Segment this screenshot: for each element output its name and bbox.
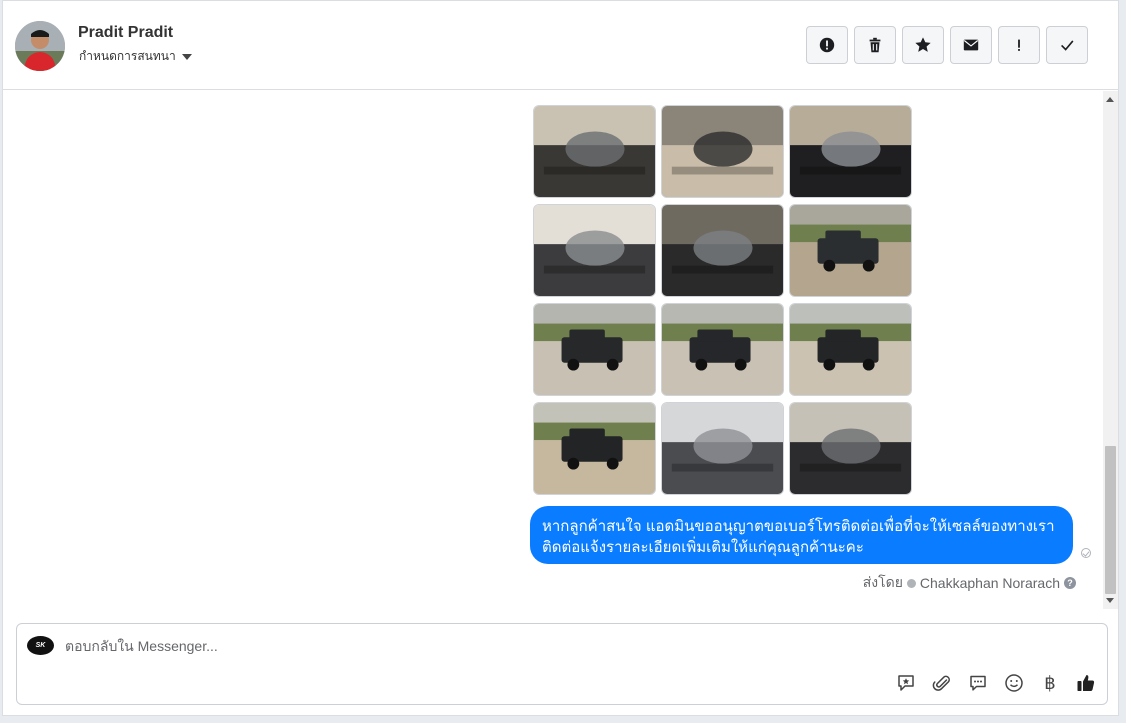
delete-button[interactable] [854, 26, 896, 64]
gallery-photo[interactable] [533, 402, 656, 495]
photo-gallery [533, 105, 915, 495]
sender-name[interactable]: Chakkaphan Norarach [920, 575, 1060, 591]
photo-instrument-cluster [790, 106, 911, 197]
caret-down-icon [181, 53, 192, 60]
like-button[interactable] [1075, 672, 1097, 694]
gallery-photo[interactable] [789, 105, 912, 198]
message-line-1: หากลูกค้าสนใจ แอดมินขออนุญาตขอเบอร์โทรติ… [542, 518, 1055, 535]
gallery-photo[interactable] [533, 303, 656, 396]
star-button[interactable] [902, 26, 944, 64]
mark-unread-button[interactable] [950, 26, 992, 64]
trash-icon [869, 37, 881, 53]
photo-truck-side [790, 304, 911, 395]
gallery-photo[interactable] [533, 204, 656, 297]
baht-icon: ฿ [1044, 672, 1056, 694]
user-name[interactable]: Pradit Pradit [78, 24, 173, 42]
photo-engine-bay [662, 205, 783, 296]
gallery-photo[interactable] [661, 402, 784, 495]
photo-door-panel [534, 205, 655, 296]
reply-composer: SK ฿ [16, 623, 1108, 705]
photo-interior-seats [662, 403, 783, 494]
assign-label: กำหนดการสนทนา [79, 49, 176, 63]
scroll-thumb[interactable] [1105, 446, 1116, 594]
assign-conversation-dropdown[interactable]: กำหนดการสนทนา [79, 47, 192, 66]
check-icon [1061, 40, 1074, 51]
like-icon [1077, 675, 1095, 691]
photo-truck-front-angle [534, 403, 655, 494]
mark-done-button[interactable] [1046, 26, 1088, 64]
photo-interior-rear-view [790, 403, 911, 494]
page-logo-text: SK [35, 642, 46, 649]
photo-truck-rear-side [662, 304, 783, 395]
gallery-photo[interactable] [789, 204, 912, 297]
photo-gear-shifter [662, 106, 783, 197]
spam-icon [819, 37, 835, 53]
attach-button[interactable] [931, 672, 953, 694]
thread-scrollbar[interactable] [1103, 91, 1118, 609]
composer-tools: ฿ [895, 672, 1097, 694]
header-actions [806, 26, 1088, 64]
reply-input[interactable] [65, 634, 765, 658]
gallery-photo[interactable] [661, 204, 784, 297]
saved-reply-icon [898, 675, 914, 691]
message-bubble[interactable]: หากลูกค้าสนใจ แอดมินขออนุญาตขอเบอร์โทรติ… [530, 506, 1073, 564]
gallery-photo[interactable] [789, 402, 912, 495]
gallery-photo[interactable] [661, 303, 784, 396]
exclamation-icon [1018, 39, 1020, 51]
scroll-up-arrow-icon[interactable] [1106, 97, 1114, 102]
avatar[interactable] [15, 21, 65, 71]
payment-button[interactable]: ฿ [1039, 672, 1061, 694]
envelope-icon [963, 39, 979, 51]
gallery-photo[interactable] [533, 105, 656, 198]
message-line-2: ติดต่อแจ้งรายละเอียดเพิ่มเติมให้แก่คุณลู… [542, 539, 864, 556]
star-icon [915, 37, 931, 52]
sent-by-prefix: ส่งโดย [862, 574, 903, 590]
attachment-icon [932, 675, 950, 691]
gallery-photo[interactable] [661, 105, 784, 198]
verified-icon [906, 578, 916, 588]
conversation-panel: Pradit Pradit กำหนดการสนทนา หากลูกค้าสนใ… [2, 0, 1119, 716]
help-icon[interactable]: ? [1064, 577, 1076, 589]
scroll-down-arrow-icon[interactable] [1106, 598, 1114, 603]
sent-by-line: ส่งโดย Chakkaphan Norarach ? [863, 572, 1076, 594]
message-thread[interactable]: หากลูกค้าสนใจ แอดมินขออนุญาตขอเบอร์โทรติ… [3, 91, 1104, 609]
saved-reply-button[interactable] [895, 672, 917, 694]
photo-truck-front [790, 205, 911, 296]
emoji-button[interactable] [1003, 672, 1025, 694]
emoji-icon [1005, 674, 1023, 692]
photo-truck-rear [534, 304, 655, 395]
page-logo: SK [27, 636, 54, 655]
spam-button[interactable] [806, 26, 848, 64]
conversation-header: Pradit Pradit กำหนดการสนทนา [3, 1, 1118, 90]
gallery-photo[interactable] [789, 303, 912, 396]
follow-up-button[interactable] [998, 26, 1040, 64]
seen-check-icon [1081, 548, 1091, 558]
photo-steering-wheel-dashboard [534, 106, 655, 197]
quick-reply-button[interactable] [967, 672, 989, 694]
chat-bubble-icon [970, 675, 986, 691]
